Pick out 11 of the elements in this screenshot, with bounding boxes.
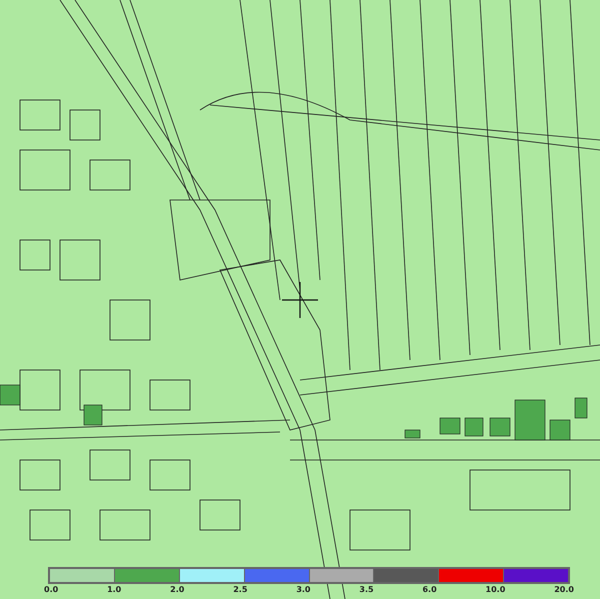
scale-label: 1.0	[107, 585, 122, 594]
scale-label: 20.0	[554, 585, 574, 594]
map-view[interactable]: 0.0 1.0 2.0 2.5 3.0 3.5 6.0 10.0 20.0	[0, 0, 600, 599]
scale-label: 10.0	[486, 585, 506, 594]
scale-label: 2.0	[170, 585, 184, 594]
scale-label: 3.0	[296, 585, 310, 594]
scale-label: 0.0	[44, 585, 58, 594]
scale-label: 6.0	[422, 585, 437, 594]
crosshair-icon	[282, 282, 318, 318]
scale-label: 3.5	[359, 585, 374, 594]
scale-label: 2.5	[233, 585, 248, 594]
